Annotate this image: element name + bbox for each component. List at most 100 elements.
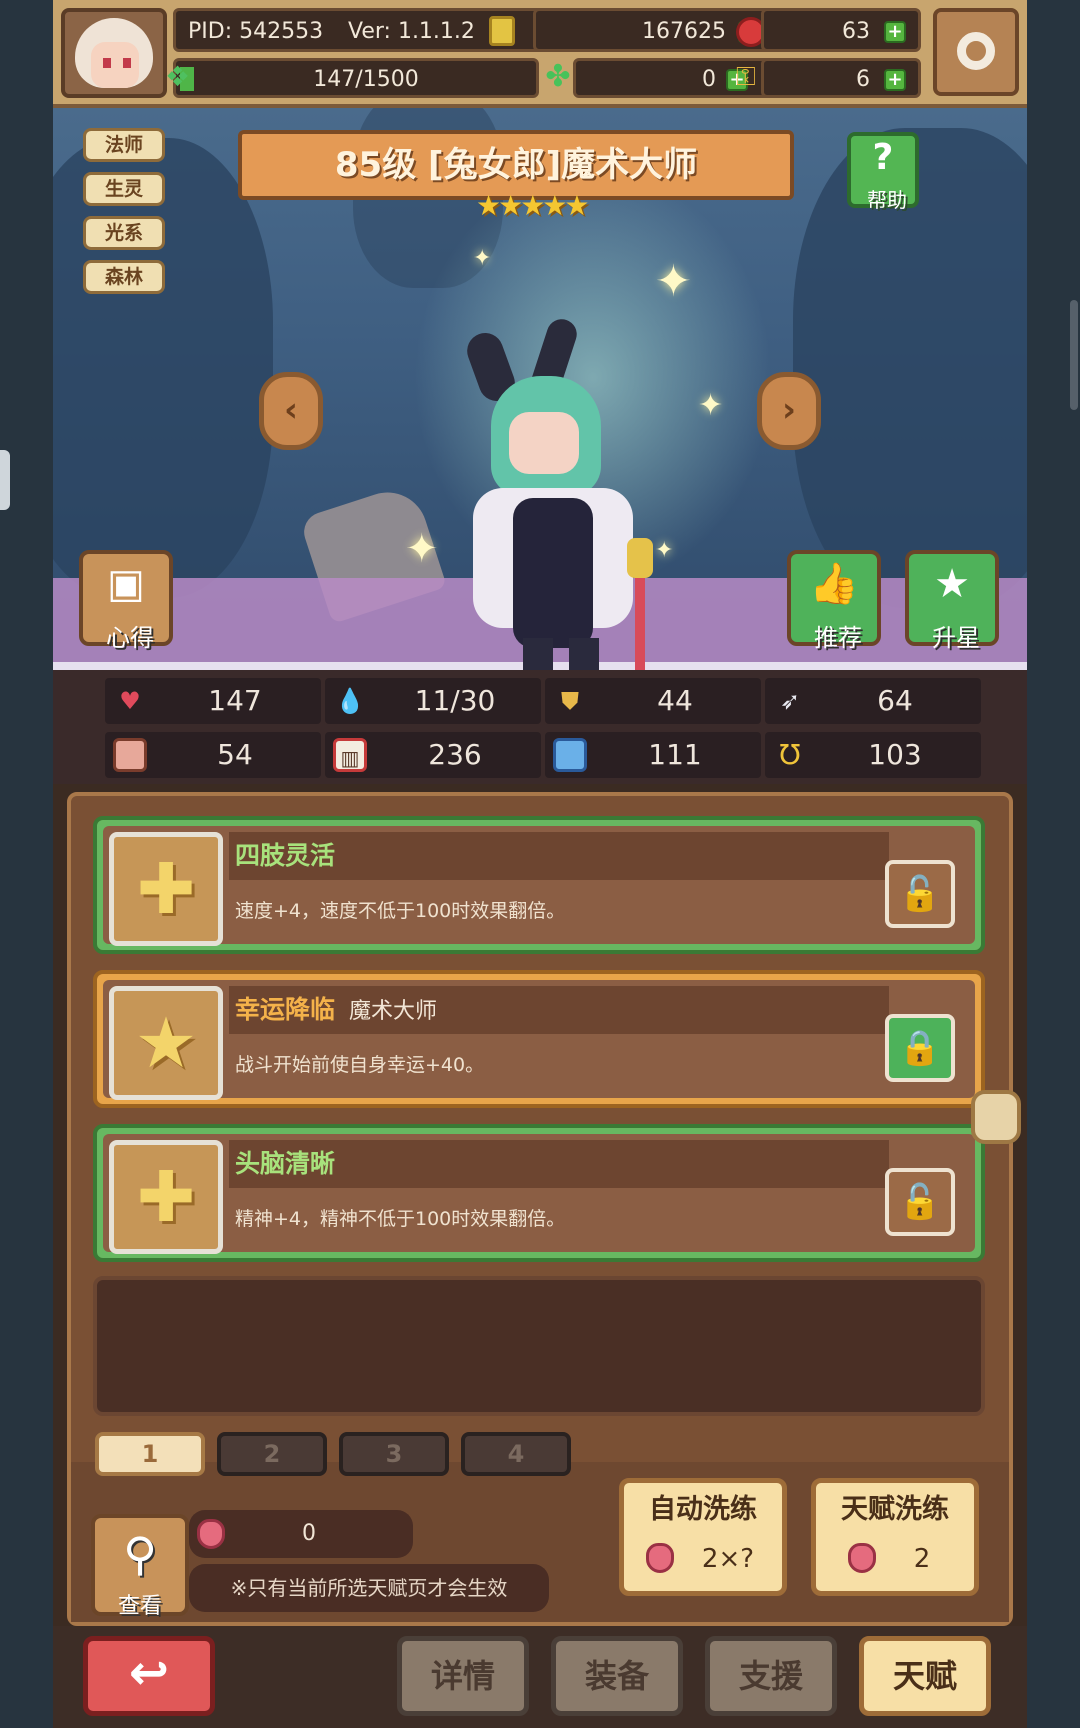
player-avatar[interactable] — [61, 8, 167, 98]
key-amount: 6 — [856, 67, 870, 92]
bottom-navigation: ↩ 详情 装备 支援 天赋 — [53, 1626, 1027, 1728]
ruby-panel: 63 + — [761, 8, 921, 52]
talent-description: 速度+4，速度不低于100时效果翻倍。 — [235, 900, 566, 922]
notes-label: 心得 — [106, 624, 154, 652]
gear-icon — [957, 32, 995, 70]
recommend-button[interactable]: 👍 推荐 — [787, 550, 881, 652]
sparkle: ✦ — [655, 256, 692, 307]
fruit-icon — [646, 1543, 674, 1573]
stamina-leaf-icon: ❖ — [165, 60, 191, 93]
book-icon: ▥ — [333, 738, 367, 772]
help-button[interactable]: ? 帮助 — [847, 132, 919, 212]
unlock-toggle-button[interactable]: 🔓 — [885, 860, 955, 928]
add-ruby-button[interactable]: + — [884, 21, 906, 43]
add-key-button[interactable]: + — [884, 69, 906, 91]
talent-name: 幸运降临 — [235, 995, 336, 1024]
next-character-button[interactable]: › — [757, 372, 821, 450]
nav-talent-button[interactable]: 天赋 — [859, 1636, 991, 1716]
clover-icon: ✤ — [545, 59, 571, 94]
talent-name: 四肢灵活 — [235, 841, 336, 870]
talent-page-tab-4[interactable]: 4 — [461, 1432, 571, 1476]
auto-refine-cost: 2×? — [701, 1544, 755, 1574]
talent-page-tab-3[interactable]: 3 — [339, 1432, 449, 1476]
recommend-label: 推荐 — [814, 624, 862, 652]
return-arrow-icon: ↩ — [128, 1645, 170, 1701]
talent-page-tab-1[interactable]: 1 — [95, 1432, 205, 1476]
star-up-button[interactable]: ★ 升星 — [905, 550, 999, 652]
thumbs-up-icon: 👍 — [809, 561, 859, 607]
talent-source: 魔术大师 — [349, 999, 438, 1024]
talent-slot-1[interactable]: ✚ 四肢灵活 速度+4，速度不低于100时效果翻倍。 🔓 — [93, 816, 985, 954]
scrollbar[interactable] — [1070, 300, 1078, 410]
view-label: 查看 — [117, 1594, 162, 1619]
fruit-icon — [197, 1519, 225, 1549]
star-up-label: 升星 — [932, 624, 980, 652]
shield-icon: ⛊ — [561, 687, 579, 715]
ruby-amount: 63 — [842, 19, 870, 44]
player-info-panel: PID: 542553 Ver: 1.1.1.2 — [173, 8, 593, 52]
nav-equipment-button[interactable]: 装备 — [551, 1636, 683, 1716]
settings-button[interactable] — [933, 8, 1019, 96]
talent-page-tab-2[interactable]: 2 — [217, 1432, 327, 1476]
tag-class: 法师 — [83, 128, 165, 162]
speed-value: 64 — [877, 684, 913, 717]
cross-icon: ✚ — [136, 848, 196, 930]
auto-refine-button[interactable]: 自动洗练 2×? — [619, 1478, 787, 1596]
star-badge-icon: ★ — [934, 561, 970, 607]
top-bar: PID: 542553 Ver: 1.1.1.2 167625 + 63 + 1… — [53, 0, 1027, 108]
talent-icon: ✚ — [109, 832, 223, 946]
fruit-count: 0 — [302, 1521, 316, 1546]
unlock-toggle-button[interactable]: 🔓 — [885, 1168, 955, 1236]
tree-trunk — [53, 138, 273, 598]
tag-race: 生灵 — [83, 172, 165, 206]
chevron-left-icon: ‹ — [283, 390, 298, 430]
defense-value: 44 — [657, 684, 693, 717]
mana-value: 11/30 — [414, 684, 496, 717]
stat-hp: ♥ 147 — [105, 678, 321, 724]
sparkle: ✦ — [473, 246, 492, 271]
lock-toggle-button[interactable]: 🔒 — [885, 1014, 955, 1082]
character-scene: 法师 生灵 光系 森林 85级 [兔女郎]魔术大师 ? 帮助 ★★★★★ ✦ ✦… — [53, 108, 1027, 670]
nav-details-button[interactable]: 详情 — [397, 1636, 529, 1716]
talent-page-note: ※只有当前所选天赋页才会生效 — [189, 1564, 549, 1612]
auto-refine-label: 自动洗练 — [649, 1494, 757, 1525]
talent-refine-label: 天赋洗练 — [841, 1494, 949, 1525]
talent-slot-3[interactable]: ✚ 头脑清晰 精神+4，精神不低于100时效果翻倍。 🔓 — [93, 1124, 985, 1262]
scroll-icon — [553, 738, 587, 772]
stat-luck: Ʊ 103 — [765, 732, 981, 778]
magnifier-icon: ⚲ — [123, 1527, 157, 1581]
talent-refine-button[interactable]: 天赋洗练 2 — [811, 1478, 979, 1596]
back-button[interactable]: ↩ — [83, 1636, 215, 1716]
tag-habitat: 森林 — [83, 260, 165, 294]
fruit-icon — [848, 1543, 876, 1573]
help-label: 帮助 — [867, 188, 907, 212]
side-drawer-handle[interactable] — [0, 450, 10, 510]
stat-spirit: 111 — [545, 732, 761, 778]
locked-padlock-icon: 🔒 — [898, 1028, 942, 1068]
game-screen: PID: 542553 Ver: 1.1.1.2 167625 + 63 + 1… — [53, 0, 1027, 1728]
previous-character-button[interactable]: ‹ — [259, 372, 323, 450]
star-rating: ★★★★★ — [476, 189, 590, 222]
unlocked-padlock-icon: 🔓 — [898, 874, 942, 914]
heart-icon: ♥ — [119, 687, 141, 715]
nav-support-button[interactable]: 支援 — [705, 1636, 837, 1716]
player-id: PID: 542553 — [188, 19, 324, 44]
key-panel: 6 + — [761, 58, 921, 98]
stat-strength: 54 — [105, 732, 321, 778]
stat-speed: ➶ 64 — [765, 678, 981, 724]
view-button[interactable]: ⚲ 查看 — [91, 1514, 189, 1619]
stat-defense: ⛊ 44 — [545, 678, 761, 724]
unlocked-padlock-icon: 🔓 — [898, 1182, 942, 1222]
notes-button[interactable]: ▣ 心得 — [79, 550, 173, 652]
talent-icon: ✚ — [109, 1140, 223, 1254]
empty-talent-slot[interactable] — [93, 1276, 985, 1416]
strength-value: 54 — [217, 738, 253, 771]
sparkle: ✦ — [655, 538, 674, 563]
talent-slot-2[interactable]: ★ 幸运降临 魔术大师 战斗开始前使自身幸运+40。 🔒 — [93, 970, 985, 1108]
game-version: Ver: 1.1.1.2 — [348, 19, 475, 44]
clover-amount: 0 — [702, 67, 716, 92]
stamina-amount: 147/1500 — [313, 67, 419, 92]
scroll-handle-icon[interactable] — [971, 1090, 1021, 1144]
sparkle: ✦ — [405, 526, 439, 572]
luck-value: 103 — [868, 738, 922, 771]
